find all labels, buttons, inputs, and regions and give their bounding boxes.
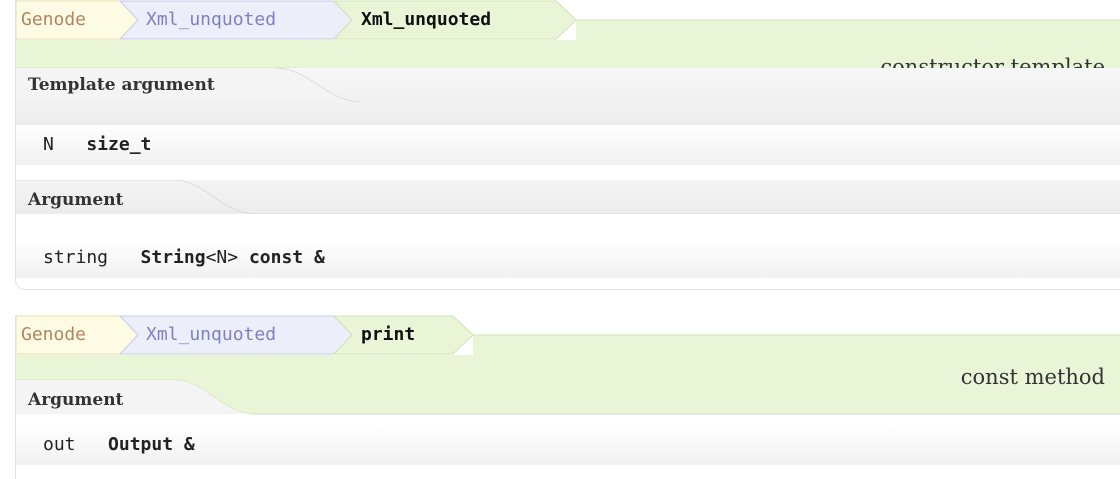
breadcrumb-current: Xml_unquoted <box>361 9 492 30</box>
param-type-suffix: const & <box>248 247 325 268</box>
argument-param: out Output & <box>43 425 195 465</box>
breadcrumb: Genode Xml_unquoted print <box>16 315 1120 355</box>
param-name: string <box>43 247 109 268</box>
breadcrumb-current: print <box>361 324 416 345</box>
template-argument-tab: Template argument <box>16 68 1120 102</box>
param-name: out <box>43 434 76 455</box>
template-argument-label: Template argument <box>28 75 215 95</box>
template-param-row: N size_t <box>16 125 1120 165</box>
param-type-plain: <N> <box>205 247 239 268</box>
print-doc-block: Genode Xml_unquoted print const method A… <box>15 315 1120 479</box>
argument-tab: Argument <box>16 180 1120 214</box>
argument-tab: Argument <box>16 380 1120 414</box>
argument-param-row: out Output & <box>16 425 1120 465</box>
param-type: Output & <box>108 434 195 455</box>
param-type-strong: String <box>140 247 206 268</box>
breadcrumb-class[interactable]: Xml_unquoted <box>146 315 276 355</box>
argument-param: string String<N> const & <box>43 238 325 278</box>
param-name: N <box>43 134 54 155</box>
breadcrumb: Genode Xml_unquoted Xml_unquoted <box>16 0 1120 40</box>
argument-label: Argument <box>28 190 124 210</box>
argument-label: Argument <box>28 390 124 410</box>
constructor-doc-block: Genode Xml_unquoted Xml_unquoted constru… <box>15 0 1120 290</box>
breadcrumb-namespace[interactable]: Genode <box>21 315 86 355</box>
breadcrumb-class[interactable]: Xml_unquoted <box>146 0 276 40</box>
argument-param-row: string String<N> const & <box>16 238 1120 278</box>
param-type: size_t <box>86 134 152 155</box>
breadcrumb-namespace[interactable]: Genode <box>21 0 86 40</box>
template-param: N size_t <box>43 125 151 165</box>
